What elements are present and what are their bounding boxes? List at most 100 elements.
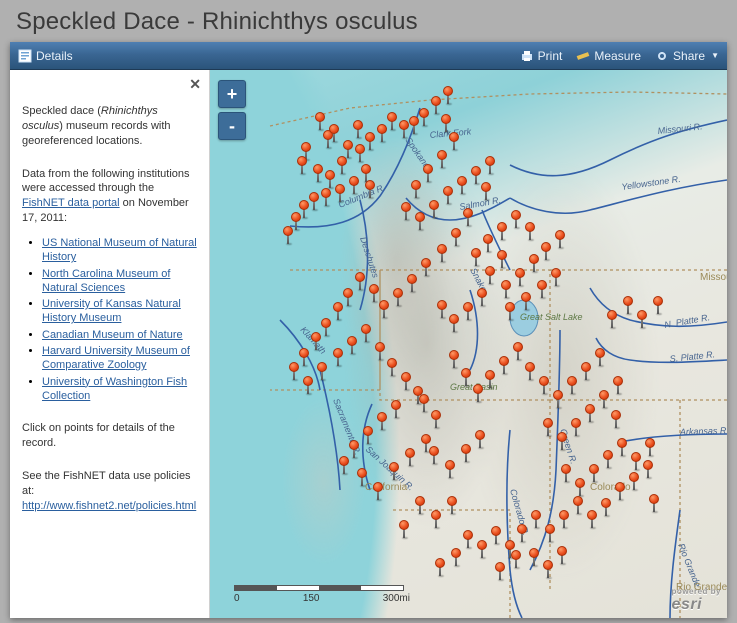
map-canvas[interactable]: Missouri R.Yellowstone R.Clark ForkSpoka… — [210, 70, 727, 618]
map-pin[interactable] — [587, 510, 597, 528]
map-pin[interactable] — [321, 318, 331, 336]
map-pin[interactable] — [437, 300, 447, 318]
map-pin[interactable] — [573, 496, 583, 514]
map-pin[interactable] — [401, 372, 411, 390]
map-pin[interactable] — [387, 112, 397, 130]
map-pin[interactable] — [567, 376, 577, 394]
map-pin[interactable] — [411, 180, 421, 198]
map-pin[interactable] — [511, 210, 521, 228]
map-pin[interactable] — [483, 234, 493, 252]
map-pin[interactable] — [333, 348, 343, 366]
map-pin[interactable] — [463, 302, 473, 320]
map-pin[interactable] — [599, 390, 609, 408]
map-pin[interactable] — [461, 368, 471, 386]
map-pin[interactable] — [441, 114, 451, 132]
map-pin[interactable] — [545, 524, 555, 542]
map-pin[interactable] — [353, 120, 363, 138]
map-pin[interactable] — [457, 176, 467, 194]
map-pin[interactable] — [505, 302, 515, 320]
map-pin[interactable] — [373, 482, 383, 500]
map-pin[interactable] — [531, 510, 541, 528]
map-pin[interactable] — [645, 438, 655, 456]
map-pin[interactable] — [477, 288, 487, 306]
map-pin[interactable] — [399, 520, 409, 538]
map-pin[interactable] — [387, 358, 397, 376]
map-pin[interactable] — [485, 266, 495, 284]
map-pin[interactable] — [485, 156, 495, 174]
map-pin[interactable] — [443, 86, 453, 104]
map-pin[interactable] — [471, 248, 481, 266]
map-pin[interactable] — [317, 362, 327, 380]
map-pin[interactable] — [555, 230, 565, 248]
institution-link[interactable]: Canadian Museum of Nature — [42, 329, 183, 341]
map-pin[interactable] — [365, 132, 375, 150]
map-pin[interactable] — [315, 112, 325, 130]
map-pin[interactable] — [449, 314, 459, 332]
map-pin[interactable] — [613, 376, 623, 394]
map-pin[interactable] — [463, 530, 473, 548]
map-pin[interactable] — [617, 438, 627, 456]
map-pin[interactable] — [431, 96, 441, 114]
map-pin[interactable] — [557, 432, 567, 450]
map-pin[interactable] — [551, 268, 561, 286]
map-pin[interactable] — [497, 250, 507, 268]
map-pin[interactable] — [419, 108, 429, 126]
map-pin[interactable] — [343, 288, 353, 306]
map-pin[interactable] — [517, 524, 527, 542]
share-button[interactable]: Share ▼ — [655, 49, 719, 63]
map-pin[interactable] — [355, 144, 365, 162]
map-pin[interactable] — [653, 296, 663, 314]
map-pin[interactable] — [601, 498, 611, 516]
map-pin[interactable] — [401, 202, 411, 220]
map-pin[interactable] — [543, 560, 553, 578]
map-pin[interactable] — [491, 526, 501, 544]
map-pin[interactable] — [431, 510, 441, 528]
measure-button[interactable]: Measure — [576, 49, 641, 63]
map-pin[interactable] — [451, 548, 461, 566]
institution-link[interactable]: University of Kansas Natural History Mus… — [42, 298, 181, 324]
map-pin[interactable] — [349, 440, 359, 458]
institution-link[interactable]: North Carolina Museum of Natural Science… — [42, 268, 170, 294]
map-pin[interactable] — [357, 468, 367, 486]
map-pin[interactable] — [337, 156, 347, 174]
map-pin[interactable] — [585, 404, 595, 422]
map-pin[interactable] — [343, 140, 353, 158]
map-pin[interactable] — [405, 448, 415, 466]
map-pin[interactable] — [553, 390, 563, 408]
map-pin[interactable] — [365, 180, 375, 198]
map-pin[interactable] — [339, 456, 349, 474]
map-pin[interactable] — [525, 222, 535, 240]
map-pin[interactable] — [603, 450, 613, 468]
map-pin[interactable] — [399, 120, 409, 138]
map-pin[interactable] — [631, 452, 641, 470]
map-pin[interactable] — [649, 494, 659, 512]
map-pin[interactable] — [589, 464, 599, 482]
map-pin[interactable] — [529, 548, 539, 566]
map-pin[interactable] — [481, 182, 491, 200]
map-pin[interactable] — [607, 310, 617, 328]
map-pin[interactable] — [485, 370, 495, 388]
map-pin[interactable] — [501, 280, 511, 298]
map-pin[interactable] — [347, 336, 357, 354]
map-pin[interactable] — [429, 446, 439, 464]
map-pin[interactable] — [543, 418, 553, 436]
map-pin[interactable] — [419, 394, 429, 412]
map-pin[interactable] — [449, 132, 459, 150]
map-pin[interactable] — [495, 562, 505, 580]
map-pin[interactable] — [561, 464, 571, 482]
map-pin[interactable] — [423, 164, 433, 182]
map-pin[interactable] — [521, 292, 531, 310]
map-pin[interactable] — [537, 280, 547, 298]
map-pin[interactable] — [497, 222, 507, 240]
map-pin[interactable] — [333, 302, 343, 320]
map-pin[interactable] — [611, 410, 621, 428]
map-pin[interactable] — [407, 274, 417, 292]
map-pin[interactable] — [431, 410, 441, 428]
map-pin[interactable] — [409, 116, 419, 134]
map-pin[interactable] — [325, 170, 335, 188]
map-pin[interactable] — [297, 156, 307, 174]
map-pin[interactable] — [349, 176, 359, 194]
print-button[interactable]: Print — [520, 49, 563, 63]
map-pin[interactable] — [643, 460, 653, 478]
map-pin[interactable] — [435, 558, 445, 576]
